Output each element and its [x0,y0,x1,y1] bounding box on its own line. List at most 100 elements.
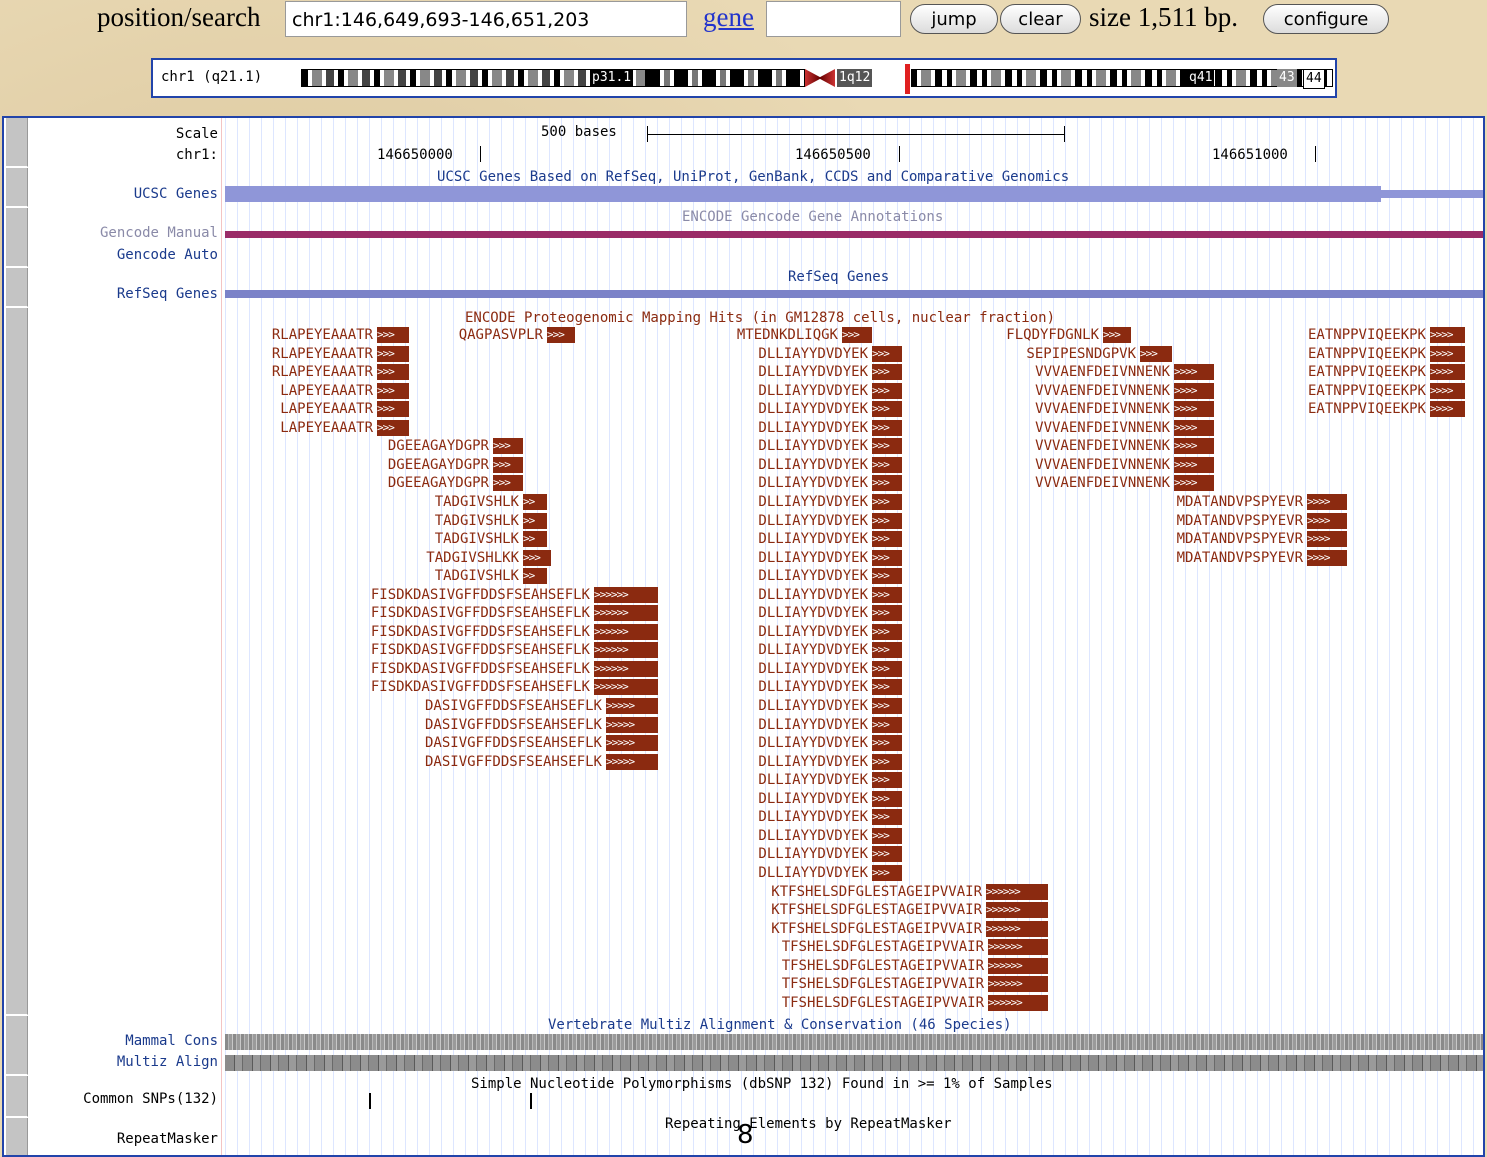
peptide-hit[interactable]: FISDKDASIVGFFDDSFSEAHSEFLK >>>>>> [371,623,658,641]
peptide-hit[interactable]: LAPEYEAAATR >>> [280,382,409,400]
peptide-hit[interactable]: DGEEAGAYDGPR >>> [388,456,523,474]
mammal-cons-graph[interactable] [225,1034,1483,1050]
position-search-input[interactable]: chr1:146,649,693-146,651,203 [285,1,687,37]
peptide-hit[interactable]: MDATANDVPSPYEVR >>>> [1177,493,1347,511]
multiz-align-label[interactable]: Multiz Align [34,1054,218,1070]
track-button-proteogenomic[interactable] [6,308,28,1015]
peptide-hit[interactable]: DLLIAYYDVDYEK >>> [758,549,902,567]
gene-link[interactable]: gene [703,2,754,33]
peptide-hit[interactable]: VVVAENFDEIVNNENK >>>> [1035,382,1214,400]
refseq-feature[interactable] [225,290,1483,298]
peptide-hit[interactable]: TADGIVSHLK >> [435,512,547,530]
peptide-hit[interactable]: TFSHELSDFGLESTAGEIPVVAIR >>>>>> [782,938,1048,956]
peptide-hit[interactable]: DASIVGFFDDSFSEAHSEFLK >>>>> [425,734,658,752]
peptide-hit[interactable]: MDATANDVPSPYEVR >>>> [1177,549,1347,567]
peptide-hit[interactable]: LAPEYEAAATR >>> [280,419,409,437]
peptide-hit[interactable]: EATNPPVIQEEKPK >>>> [1308,363,1465,381]
peptide-hit[interactable]: DLLIAYYDVDYEK >>> [758,400,902,418]
peptide-hit[interactable]: FISDKDASIVGFFDDSFSEAHSEFLK >>>>>> [371,604,658,622]
peptide-hit[interactable]: DLLIAYYDVDYEK >>> [758,493,902,511]
ucsc-gene-feature[interactable] [225,186,1381,202]
peptide-hit[interactable]: DLLIAYYDVDYEK >>> [758,530,902,548]
peptide-hit[interactable]: FISDKDASIVGFFDDSFSEAHSEFLK >>>>>> [371,586,658,604]
peptide-hit[interactable]: EATNPPVIQEEKPK >>>> [1308,345,1465,363]
peptide-hit[interactable]: VVVAENFDEIVNNENK >>>> [1035,363,1214,381]
peptide-hit[interactable]: TFSHELSDFGLESTAGEIPVVAIR >>>>>> [782,994,1048,1012]
clear-button[interactable]: clear [1000,4,1081,34]
peptide-hit[interactable]: RLAPEYEAAATR >>> [272,345,409,363]
common-snps-label[interactable]: Common SNPs(132) [34,1091,218,1107]
peptide-hit[interactable]: DLLIAYYDVDYEK >>> [758,678,902,696]
genome-browser-tracks[interactable]: Scale chr1: 500 bases 146650000 14665050… [2,116,1485,1157]
peptide-hit[interactable]: SEPIPESNDGPVK >>> [1026,345,1172,363]
refseq-label[interactable]: RefSeq Genes [34,286,218,302]
gencode-manual-label[interactable]: Gencode Manual [34,225,218,241]
peptide-hit[interactable]: TADGIVSHLK >> [435,493,547,511]
peptide-hit[interactable]: VVVAENFDEIVNNENK >>>> [1035,456,1214,474]
peptide-hit[interactable]: DLLIAYYDVDYEK >>> [758,753,902,771]
peptide-hit[interactable]: QAGPASVPLR >>> [459,326,575,344]
peptide-hit[interactable]: DLLIAYYDVDYEK >>> [758,623,902,641]
peptide-hit[interactable]: EATNPPVIQEEKPK >>>> [1308,326,1465,344]
peptide-hit[interactable]: RLAPEYEAAATR >>> [272,326,409,344]
peptide-hit[interactable]: DLLIAYYDVDYEK >>> [758,512,902,530]
peptide-hit[interactable]: VVVAENFDEIVNNENK >>>> [1035,474,1214,492]
peptide-hit[interactable]: DGEEAGAYDGPR >>> [388,474,523,492]
peptide-hit[interactable]: DLLIAYYDVDYEK >>> [758,641,902,659]
peptide-hit[interactable]: DLLIAYYDVDYEK >>> [758,864,902,882]
peptide-hit[interactable]: TADGIVSHLK >> [435,567,547,585]
chromosome-ideogram[interactable]: chr1 (q21.1) p31.1 1q12 q41 43 44 [151,58,1337,98]
ucsc-gene-utr[interactable] [1381,190,1483,198]
ucsc-genes-label[interactable]: UCSC Genes [34,186,218,202]
peptide-hit[interactable]: VVVAENFDEIVNNENK >>>> [1035,437,1214,455]
peptide-hit[interactable]: MDATANDVPSPYEVR >>>> [1177,512,1347,530]
gene-input[interactable] [766,1,901,37]
peptide-hit[interactable]: DLLIAYYDVDYEK >>> [758,845,902,863]
peptide-hit[interactable]: DLLIAYYDVDYEK >>> [758,660,902,678]
peptide-hit[interactable]: FISDKDASIVGFFDDSFSEAHSEFLK >>>>>> [371,641,658,659]
track-button-ruler[interactable] [6,118,28,167]
peptide-hit[interactable]: EATNPPVIQEEKPK >>>> [1308,382,1465,400]
peptide-hit[interactable]: DLLIAYYDVDYEK >>> [758,827,902,845]
track-button-ucsc-genes[interactable] [6,168,28,207]
peptide-hit[interactable]: DASIVGFFDDSFSEAHSEFLK >>>>> [425,716,658,734]
peptide-hit[interactable]: MDATANDVPSPYEVR >>>> [1177,530,1347,548]
peptide-hit[interactable]: KTFSHELSDFGLESTAGEIPVVAIR >>>>>> [771,883,1048,901]
jump-button[interactable]: jump [910,4,998,34]
peptide-hit[interactable]: FLQDYFDGNLK >>> [1006,326,1131,344]
peptide-hit[interactable]: TADGIVSHLKK >>> [426,549,551,567]
peptide-hit[interactable]: EATNPPVIQEEKPK >>>> [1308,400,1465,418]
peptide-hit[interactable]: DLLIAYYDVDYEK >>> [758,474,902,492]
peptide-hit[interactable]: DLLIAYYDVDYEK >>> [758,790,902,808]
peptide-hit[interactable]: DLLIAYYDVDYEK >>> [758,697,902,715]
peptide-hit[interactable]: DLLIAYYDVDYEK >>> [758,419,902,437]
mammal-cons-label[interactable]: Mammal Cons [34,1033,218,1049]
gencode-auto-label[interactable]: Gencode Auto [34,247,218,263]
track-button-conservation[interactable] [6,1016,28,1075]
peptide-hit[interactable]: DLLIAYYDVDYEK >>> [758,734,902,752]
peptide-hit[interactable]: VVVAENFDEIVNNENK >>>> [1035,400,1214,418]
peptide-hit[interactable]: TADGIVSHLK >> [435,530,547,548]
snp-feature[interactable] [369,1093,371,1109]
snp-feature[interactable] [530,1093,532,1109]
repeatmasker-label[interactable]: RepeatMasker [34,1131,218,1147]
peptide-hit[interactable]: DGEEAGAYDGPR >>> [388,437,523,455]
peptide-hit[interactable]: VVVAENFDEIVNNENK >>>> [1035,419,1214,437]
peptide-hit[interactable]: KTFSHELSDFGLESTAGEIPVVAIR >>>>>> [771,901,1048,919]
peptide-hit[interactable]: TFSHELSDFGLESTAGEIPVVAIR >>>>>> [782,957,1048,975]
track-button-snps[interactable] [6,1076,28,1117]
peptide-hit[interactable]: DASIVGFFDDSFSEAHSEFLK >>>>> [425,697,658,715]
configure-button[interactable]: configure [1263,4,1389,34]
gencode-manual-feature[interactable] [225,231,1483,238]
peptide-hit[interactable]: DASIVGFFDDSFSEAHSEFLK >>>>> [425,753,658,771]
peptide-hit[interactable]: TFSHELSDFGLESTAGEIPVVAIR >>>>>> [782,975,1048,993]
peptide-hit[interactable]: DLLIAYYDVDYEK >>> [758,363,902,381]
peptide-hit[interactable]: DLLIAYYDVDYEK >>> [758,437,902,455]
multiz-align-graph[interactable] [225,1055,1483,1071]
track-button-refseq[interactable] [6,268,28,307]
peptide-hit[interactable]: MTEDNKDLIQGK >>> [737,326,872,344]
peptide-hit[interactable]: DLLIAYYDVDYEK >>> [758,382,902,400]
peptide-hit[interactable]: LAPEYEAAATR >>> [280,400,409,418]
peptide-hit[interactable]: KTFSHELSDFGLESTAGEIPVVAIR >>>>>> [771,920,1048,938]
peptide-hit[interactable]: DLLIAYYDVDYEK >>> [758,456,902,474]
